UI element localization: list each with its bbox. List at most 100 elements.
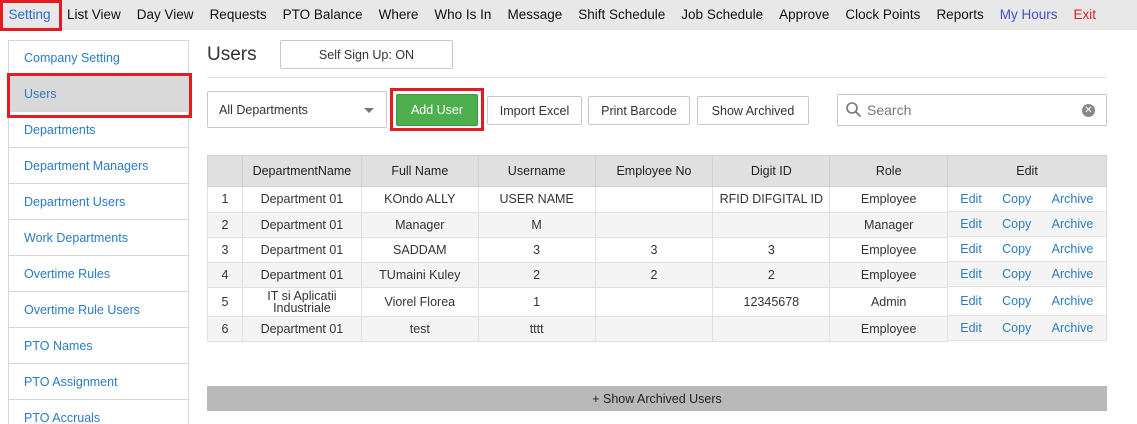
nav-requests[interactable]: Requests (202, 0, 275, 30)
nav-pto-balance[interactable]: PTO Balance (275, 0, 371, 30)
edit-link[interactable]: Edit (960, 217, 982, 231)
copy-link[interactable]: Copy (1002, 295, 1031, 308)
cell-digit-id: RFID DIFGITAL ID (712, 186, 831, 213)
edit-link[interactable]: Edit (960, 192, 982, 206)
cell-digit-id (712, 211, 831, 238)
cell-actions: Edit Copy Archive (948, 316, 1107, 341)
header-divider (207, 77, 1107, 78)
cell-department: Department 01 (241, 261, 362, 288)
table-row: 3 Department 01 SADDAM 3 3 3 Employee Edit Copy A… (207, 236, 1107, 263)
cell-employee-no (594, 211, 714, 238)
chevron-down-icon (364, 108, 374, 113)
cell-username: tttt (477, 315, 596, 342)
department-select[interactable]: All Departments (207, 91, 387, 128)
cell-username: USER NAME (477, 186, 596, 213)
cell-digit-id: 12345678 (712, 286, 831, 317)
cell-full-name: test (360, 315, 479, 342)
cell-username: M (477, 211, 596, 238)
table-row: 1 Department 01 KOndo ALLY USER NAME RFID DI… (207, 186, 1107, 213)
show-archived-users-bar[interactable]: + Show Archived Users (207, 386, 1107, 411)
table-header-row: DepartmentName Full Name Username Employ… (207, 155, 1107, 187)
users-table: DepartmentName Full Name Username Employ… (207, 155, 1107, 342)
sidebar-item-overtime-rule-users[interactable]: Overtime Rule Users (8, 292, 189, 328)
nav-list-view[interactable]: List View (59, 0, 129, 30)
cell-employee-no: 2 (594, 261, 714, 288)
sidebar-item-company-setting[interactable]: Company Setting (8, 40, 189, 76)
cell-employee-no (594, 315, 714, 342)
copy-link[interactable]: Copy (1002, 267, 1031, 281)
cell-employee-no (594, 186, 714, 213)
row-index: 6 (207, 315, 243, 342)
sidebar-item-department-managers[interactable]: Department Managers (8, 148, 189, 184)
column-header-index (207, 155, 243, 187)
row-index: 2 (207, 211, 243, 238)
sidebar-item-users[interactable]: Users (8, 76, 189, 112)
show-archived-button[interactable]: Show Archived (697, 96, 809, 125)
cell-role: Employee (829, 186, 949, 213)
archive-link[interactable]: Archive (1052, 295, 1094, 308)
cell-username: 3 (477, 236, 596, 263)
copy-link[interactable]: Copy (1002, 192, 1031, 206)
search-box: ✕ (837, 94, 1107, 126)
table-row: 2 Department 01 Manager M Manager Edit Copy Arc… (207, 211, 1107, 238)
sidebar-item-overtime-rules[interactable]: Overtime Rules (8, 256, 189, 292)
nav-clock-points[interactable]: Clock Points (837, 0, 928, 30)
nav-who-is-in[interactable]: Who Is In (426, 0, 499, 30)
sidebar-item-departments[interactable]: Departments (8, 112, 189, 148)
edit-link[interactable]: Edit (960, 242, 982, 256)
page-title: Users (207, 44, 257, 65)
nav-shift-schedule[interactable]: Shift Schedule (570, 0, 673, 30)
cell-role: Admin (829, 286, 949, 317)
cell-actions: Edit Copy Archive (948, 262, 1107, 287)
nav-setting[interactable]: Setting (0, 0, 59, 30)
clear-icon[interactable]: ✕ (1082, 104, 1095, 117)
cell-role: Manager (829, 211, 949, 238)
cell-role: Employee (829, 236, 949, 263)
nav-job-schedule[interactable]: Job Schedule (673, 0, 771, 30)
import-excel-button[interactable]: Import Excel (487, 96, 582, 125)
sidebar-item-department-users[interactable]: Department Users (8, 184, 189, 220)
archive-link[interactable]: Archive (1052, 242, 1094, 256)
nav-where[interactable]: Where (371, 0, 427, 30)
nav-approve[interactable]: Approve (771, 0, 837, 30)
column-header-digit-id: Digit ID (712, 155, 831, 187)
nav-reports[interactable]: Reports (928, 0, 991, 30)
copy-link[interactable]: Copy (1002, 242, 1031, 256)
copy-link[interactable]: Copy (1002, 321, 1031, 335)
nav-message[interactable]: Message (499, 0, 570, 30)
cell-department: Department 01 (241, 186, 362, 213)
nav-day-view[interactable]: Day View (129, 0, 202, 30)
cell-full-name: Manager (360, 211, 479, 238)
department-select-value: All Departments (219, 102, 308, 117)
add-user-button[interactable]: Add User (396, 94, 478, 126)
edit-link[interactable]: Edit (960, 267, 982, 281)
self-signup-button[interactable]: Self Sign Up: ON (280, 40, 453, 69)
table-row: 6 Department 01 test tttt Employee Edit Copy Ar… (207, 315, 1107, 342)
cell-username: 2 (477, 261, 596, 288)
sidebar-item-work-departments[interactable]: Work Departments (8, 220, 189, 256)
cell-department: Department 01 (241, 315, 362, 342)
column-header-edit: Edit (947, 155, 1107, 187)
archive-link[interactable]: Archive (1052, 192, 1094, 206)
cell-department: Department 01 (241, 211, 362, 238)
sidebar-item-pto-names[interactable]: PTO Names (8, 328, 189, 364)
nav-exit[interactable]: Exit (1065, 0, 1104, 30)
cell-digit-id (712, 315, 831, 342)
column-header-department: DepartmentName (241, 155, 362, 187)
cell-employee-no: 3 (594, 236, 714, 263)
archive-link[interactable]: Archive (1052, 217, 1094, 231)
edit-link[interactable]: Edit (960, 321, 982, 335)
print-barcode-button[interactable]: Print Barcode (588, 96, 690, 125)
cell-digit-id: 3 (712, 236, 831, 263)
row-index: 3 (207, 236, 243, 263)
archive-link[interactable]: Archive (1052, 267, 1094, 281)
sidebar-item-pto-assignment[interactable]: PTO Assignment (8, 364, 189, 400)
search-input[interactable] (867, 102, 1077, 118)
edit-link[interactable]: Edit (960, 295, 982, 308)
cell-department: Department 01 (241, 236, 362, 263)
archive-link[interactable]: Archive (1052, 321, 1094, 335)
nav-my-hours[interactable]: My Hours (992, 0, 1066, 30)
sidebar-item-pto-accruals[interactable]: PTO Accruals (8, 400, 189, 424)
copy-link[interactable]: Copy (1002, 217, 1031, 231)
row-index: 4 (207, 261, 243, 288)
